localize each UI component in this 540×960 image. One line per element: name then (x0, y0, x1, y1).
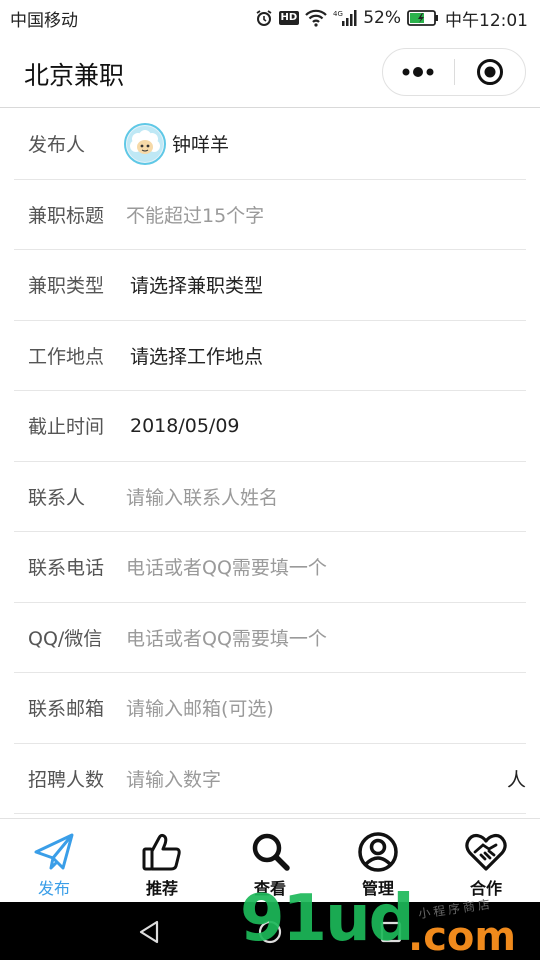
mini-program-capsule (382, 48, 526, 96)
wifi-icon (305, 9, 327, 27)
headcount-row: 招聘人数 请输入数字 人 (14, 744, 526, 814)
contact-person-row: 联系人 请输入联系人姓名 (14, 462, 526, 532)
work-location-row: 工作地点 请选择工作地点 (14, 321, 526, 391)
email-row: 联系邮箱 请输入邮箱(可选) (14, 673, 526, 744)
publisher-info: 钟咩羊 (120, 122, 230, 165)
work-location-label: 工作地点 (28, 345, 105, 368)
headcount-unit: 人 (506, 768, 526, 791)
carrier-label: 中国移动 (10, 10, 78, 31)
job-title-row: 兼职标题 不能超过15个字 (14, 180, 526, 250)
job-title-input[interactable]: 不能超过15个字 (120, 201, 264, 228)
contact-phone-input[interactable]: 电话或者QQ需要填一个 (120, 553, 327, 580)
handshake-heart-icon (465, 831, 507, 873)
target-icon (476, 59, 503, 85)
navigation-bar: 北京兼职 (0, 36, 540, 108)
contact-phone-label: 联系电话 (28, 557, 105, 580)
contact-phone-row: 联系电话 电话或者QQ需要填一个 (14, 532, 526, 603)
job-title-label: 兼职标题 (28, 204, 105, 227)
contact-person-input[interactable]: 请输入联系人姓名 (120, 483, 278, 510)
clock: 中午12:01 (445, 10, 528, 31)
email-label: 联系邮箱 (28, 698, 105, 721)
qq-wechat-label: QQ/微信 (28, 627, 103, 650)
search-icon (249, 831, 291, 873)
tab-recommend[interactable]: 推荐 (108, 819, 216, 903)
network-type: 4G (333, 10, 343, 18)
publisher-name: 钟咩羊 (172, 134, 230, 157)
qq-wechat-row: QQ/微信 电话或者QQ需要填一个 (14, 603, 526, 673)
hd-icon: HD (278, 11, 300, 25)
back-icon[interactable] (137, 919, 163, 949)
job-type-row: 兼职类型 请选择兼职类型 (14, 250, 526, 321)
deadline-row: 截止时间 2018/05/09 (14, 391, 526, 462)
tab-cooperate[interactable]: 合作 (432, 819, 540, 903)
tab-publish-label: 发布 (37, 879, 70, 898)
headcount-label: 招聘人数 (28, 768, 105, 791)
qq-wechat-input[interactable]: 电话或者QQ需要填一个 (120, 624, 327, 651)
job-post-form: 发布人 钟咩羊 兼职标题 不能超过15个字 兼职类型 请选择兼职类型 工作地点 … (0, 109, 540, 814)
publisher-label: 发布人 (28, 134, 86, 157)
sheep-avatar-icon (124, 122, 166, 165)
email-input[interactable]: 请输入邮箱(可选) (120, 694, 274, 721)
work-location-picker[interactable]: 请选择工作地点 (120, 342, 263, 369)
thumbs-up-icon (141, 831, 183, 873)
battery-icon (407, 9, 439, 27)
page-title: 北京兼职 (24, 61, 125, 90)
user-circle-icon (357, 831, 399, 873)
alarm-icon (255, 9, 273, 27)
tab-publish[interactable]: 发布 (0, 819, 108, 903)
battery-percent: 52% (363, 8, 401, 28)
signal-icon: 4G (333, 9, 357, 27)
close-button[interactable] (455, 48, 526, 96)
publisher-row: 发布人 钟咩羊 (14, 109, 526, 180)
more-dots-icon (402, 67, 434, 77)
headcount-input[interactable]: 请输入数字 (120, 765, 221, 792)
more-button[interactable] (383, 48, 454, 96)
status-bar: 中国移动 HD 4G 52% 中午12:01 (0, 0, 540, 36)
watermark-brand: 91ud (240, 882, 414, 956)
deadline-label: 截止时间 (28, 416, 105, 439)
paper-plane-icon (33, 831, 75, 873)
contact-person-label: 联系人 (28, 486, 86, 509)
tab-recommend-label: 推荐 (145, 879, 178, 898)
deadline-date-picker[interactable]: 2018/05/09 (120, 415, 240, 437)
job-type-picker[interactable]: 请选择兼职类型 (120, 271, 263, 298)
job-type-label: 兼职类型 (28, 275, 105, 298)
status-icons: HD 4G 52% 中午12:01 (255, 6, 528, 31)
